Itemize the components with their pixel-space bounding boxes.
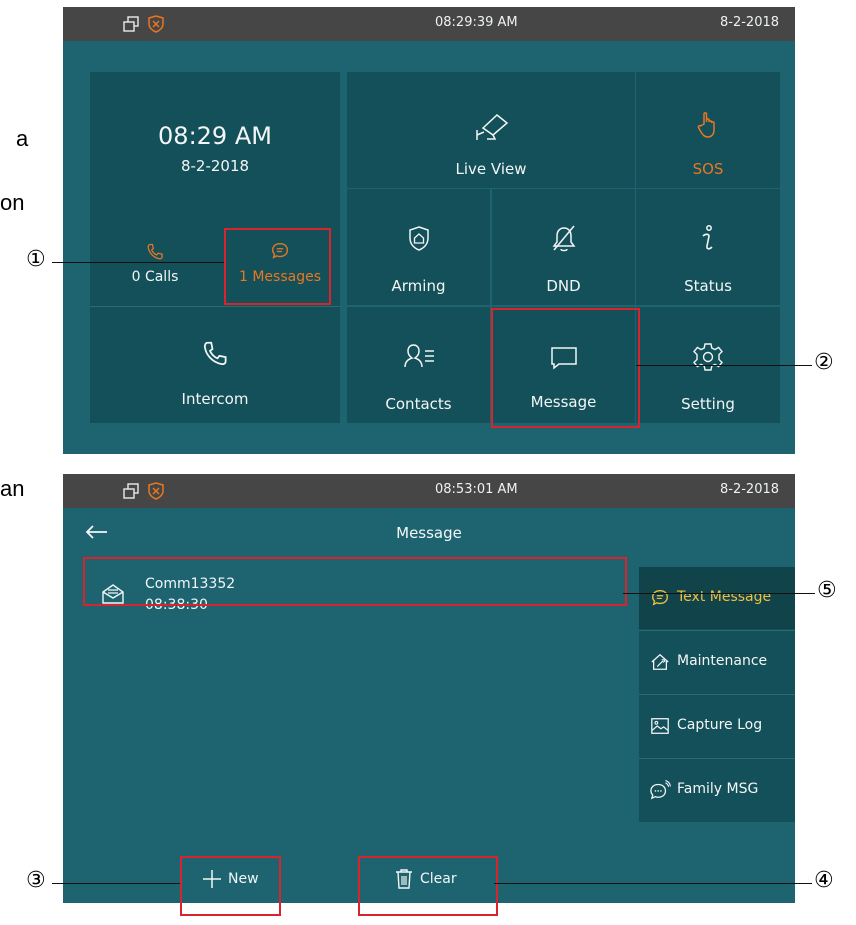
callout-2: ② (814, 350, 834, 375)
side-item-label: Maintenance (677, 653, 768, 669)
camera-icon (476, 114, 509, 140)
sos-label: SOS (692, 160, 724, 178)
gear-icon (693, 343, 723, 371)
calls-label: 0 Calls (131, 269, 179, 285)
margin-text-a: a (16, 126, 29, 151)
side-item-maintenance[interactable]: Maintenance (639, 631, 795, 693)
arming-tile[interactable]: Arming (347, 189, 490, 305)
side-item-label: Text Message (677, 589, 772, 605)
status-time: 08:29:39 AM (435, 15, 518, 30)
status-label: Status (684, 277, 732, 295)
messages-highlight-box (224, 228, 331, 305)
message-status-bar: 08:53:01 AM 8-2-2018 (63, 474, 795, 508)
status-date: 8-2-2018 (720, 482, 780, 497)
home-status-bar: 08:29:39 AM 8-2-2018 (63, 7, 795, 41)
side-item-capture-log[interactable]: Capture Log (639, 695, 795, 757)
dnd-label: DND (546, 277, 581, 295)
shield-home-icon (408, 226, 429, 251)
new-button-highlight-box (180, 856, 281, 916)
live-view-tile[interactable]: Live View (347, 72, 635, 188)
dnd-tile[interactable]: DND (492, 189, 635, 305)
clear-button-highlight-box (358, 856, 498, 916)
bell-off-icon (552, 225, 575, 252)
contacts-tile[interactable]: Contacts (347, 307, 490, 423)
status-tile[interactable]: Status (636, 189, 780, 305)
status-date: 8-2-2018 (720, 15, 780, 30)
margin-text-on: on (0, 190, 25, 215)
page-title: Message (396, 524, 462, 542)
message-header: Message (63, 508, 795, 552)
home-screen: 08:29:39 AM 8-2-2018 08:29 AM 8-2-2018 0… (63, 7, 795, 454)
image-icon (651, 718, 669, 734)
callout-1: ① (26, 247, 46, 272)
side-item-text-message[interactable]: Text Message (639, 567, 795, 629)
clock-time: 08:29 AM (158, 122, 272, 150)
contacts-label: Contacts (385, 395, 452, 413)
sos-tile[interactable]: SOS (636, 72, 780, 188)
message-screen: 08:53:01 AM 8-2-2018 Message Comm13352 0… (63, 474, 795, 903)
arming-label: Arming (391, 277, 446, 295)
phone-icon (147, 243, 163, 260)
setting-label: Setting (681, 395, 735, 413)
side-item-family-msg[interactable]: Family MSG (639, 759, 795, 821)
window-restore-icon (123, 16, 139, 32)
callout-1-leader (52, 262, 224, 263)
side-item-label: Family MSG (677, 781, 759, 797)
callout-3-leader (52, 883, 180, 884)
message-tile-highlight-box (491, 308, 640, 428)
side-item-label: Capture Log (677, 717, 763, 733)
callout-3: ③ (26, 868, 46, 893)
intercom-label: Intercom (181, 390, 249, 408)
callout-4: ④ (814, 868, 834, 893)
window-restore-icon (123, 483, 139, 499)
message-item-highlight-box (83, 557, 627, 606)
phone-icon (203, 341, 227, 366)
callout-4-leader (494, 883, 812, 884)
callout-5-leader (623, 593, 815, 594)
message-side-menu: Text Message Maintenance Capture Log Fam… (639, 567, 795, 822)
hand-pointer-icon (697, 112, 715, 138)
callout-2-leader (636, 365, 812, 366)
margin-text-an: an (0, 476, 25, 501)
status-time: 08:53:01 AM (435, 482, 518, 497)
info-icon (702, 225, 713, 250)
security-shield-icon (148, 15, 164, 33)
security-shield-icon (148, 482, 164, 500)
house-wrench-icon (651, 653, 669, 670)
chat-bubble-icon (652, 590, 668, 606)
live-view-label: Live View (455, 160, 527, 178)
clock-date: 8-2-2018 (180, 157, 250, 175)
chat-signal-icon (650, 780, 671, 800)
contacts-icon (403, 344, 434, 368)
intercom-button[interactable]: Intercom (90, 307, 340, 423)
callout-5: ⑤ (817, 578, 837, 603)
